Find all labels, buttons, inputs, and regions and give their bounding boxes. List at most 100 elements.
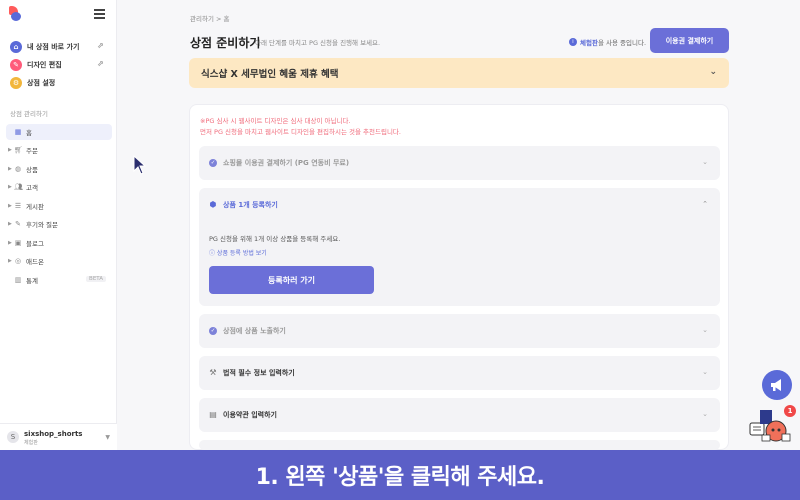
help-circle-icon: ⓘ [209,250,217,257]
account-plan: 체험판 [24,440,38,446]
caret-right-icon: ▶ [8,258,12,264]
step-next-partial [199,440,720,450]
go-register-button[interactable]: 등록하러 가기 [209,266,374,294]
caret-right-icon: ▶ [8,147,12,153]
pay-plan-button[interactable]: 이용권 결제하기 [650,28,729,53]
account-switcher[interactable]: S sixshop_shorts 체험판 ▼ [0,423,117,450]
caret-right-icon: ▶ [8,166,12,172]
gear-icon: ⚙ [10,77,22,89]
sidebar-item-label: 상품 [26,166,38,174]
announcement-button[interactable] [762,370,792,400]
notice-line: ※PG 심사 시 웹사이트 디자인은 심사 대상이 아닙니다. [200,117,351,125]
step-terms[interactable]: ▤ 이용약관 입력하기 ⌄ [199,398,720,432]
cart-icon: 🛒︎ [14,146,23,154]
check-circle-icon: ✓ [209,327,217,335]
sidebar-item-label: 게시판 [26,203,44,211]
chevron-down-icon: ▼ [105,434,110,441]
check-circle-icon: ✓ [209,159,217,167]
gavel-icon: ⚒ [209,368,217,377]
promo-text: 식스샵 X 세무법인 혜움 제휴 혜택 [201,69,339,80]
step-header[interactable]: ⬢ 상품 1개 등록하기 [199,188,720,222]
sidebar: ⌂ 내 상점 바로 가기 ⇗ ✎ 디자인 편집 ⇗ ⚙ 상점 설정 상점 관리하… [0,0,117,450]
external-link-icon[interactable]: ⇗ [97,59,106,68]
box-icon: ◍ [14,165,22,173]
step-legal-info[interactable]: ⚒ 법적 필수 정보 입력하기 ⌄ [199,356,720,390]
pencil-icon: ✎ [10,59,22,71]
megaphone-icon [771,379,781,391]
chevron-down-icon: ⌄ [702,368,708,376]
sidebar-item-products[interactable]: ▶ ◍ 상품 [6,161,112,177]
pen-icon: ✎ [15,220,21,228]
sidebar-item-label: 통계 [26,277,38,285]
quick-link-store[interactable]: ⌂ 내 상점 바로 가기 ⇗ [10,40,110,54]
sidebar-item-home[interactable]: ▦ 홈 [6,124,112,140]
step-label: 상점에 상품 노출하기 [223,327,286,335]
sidebar-item-stats[interactable]: ▥ 통계 BETA [6,272,112,288]
list-icon: ☰ [14,202,22,210]
caret-right-icon: ▶ [8,221,12,227]
trial-status-text: 을 사용 중입니다. [597,39,647,47]
document-icon: ▤ [209,410,217,419]
trial-plan-link[interactable]: 체험판 [580,37,598,47]
trial-status: i 체험판 을 사용 중입니다. [569,37,646,47]
tutorial-caption: 1. 왼쪽 '상품'을 클릭해 주세요. [0,450,800,500]
store-icon: ⌂ [10,41,22,53]
caret-right-icon: ▶ [8,240,12,246]
quick-link-label: 상점 설정 [27,79,56,87]
addon-icon: ◎ [14,257,22,265]
image-icon: ▣ [14,239,22,247]
step-payment[interactable]: ✓ 쇼핑몰 이용권 결제하기 (PG 연동비 무료) ⌄ [199,146,720,180]
grid-icon: ▦ [14,128,22,136]
caret-right-icon: ▶ [8,203,12,209]
section-label: 상점 관리하기 [10,110,48,118]
sidebar-item-label: 홈 [26,129,32,137]
sidebar-item-reviews[interactable]: ▶ ✎ 후기와 질문 [6,216,112,232]
breadcrumb: 관리하기 > 홈 [190,15,230,23]
people-icon: 👥︎ [14,183,23,191]
chevron-down-icon: ⌄ [702,410,708,418]
sidebar-item-label: 후기와 질문 [26,221,58,229]
sidebar-item-label: 애드온 [26,258,44,266]
page-subtitle: 아래 단계를 마치고 PG 신청을 진행해 보세요. [255,39,381,47]
chevron-down-icon: ⌄ [709,67,717,77]
chevron-down-icon: ⌄ [702,326,708,334]
avatar: S [7,431,19,443]
sidebar-item-customers[interactable]: ▶ 👥︎ 고객 [6,179,112,195]
info-icon: i [569,38,577,46]
sidebar-item-blog[interactable]: ▶ ▣ 블로그 [6,235,112,251]
chevron-up-icon[interactable]: ⌃ [702,200,708,208]
step-description: PG 신청을 위해 1개 이상 상품을 등록해 주세요. [209,235,341,243]
quick-link-label: 내 상점 바로 가기 [27,43,80,51]
step-expose-product[interactable]: ✓ 상점에 상품 노출하기 ⌄ [199,314,720,348]
box-icon: ⬢ [209,200,217,209]
quick-link-label: 디자인 편집 [27,61,62,69]
step-label: 법적 필수 정보 입력하기 [223,369,295,377]
quick-link-settings[interactable]: ⚙ 상점 설정 [10,76,110,90]
mouse-cursor-icon [133,155,147,175]
account-name: sixshop_shorts [24,430,83,438]
beta-badge: BETA [86,276,106,282]
sidebar-item-label: 블로그 [26,240,44,248]
notification-badge: 1 [784,405,796,417]
sidebar-item-label: 고객 [26,184,38,192]
step-label: 쇼핑몰 이용권 결제하기 (PG 연동비 무료) [223,159,350,167]
menu-icon[interactable] [94,9,105,19]
quick-link-design[interactable]: ✎ 디자인 편집 ⇗ [10,58,110,72]
chart-icon: ▥ [14,276,22,284]
sidebar-item-addon[interactable]: ▶ ◎ 애드온 [6,253,112,269]
how-to-register-link[interactable]: ⓘ 상품 등록 방법 보기 [209,248,267,257]
external-link-icon[interactable]: ⇗ [97,41,106,50]
sidebar-item-orders[interactable]: ▶ 🛒︎ 주문 [6,142,112,158]
notice-text: ※PG 심사 시 웹사이트 디자인은 심사 대상이 아닙니다. 먼저 PG 신청… [200,116,401,138]
sidebar-item-board[interactable]: ▶ ☰ 게시판 [6,198,112,214]
link-label: 상품 등록 방법 보기 [216,250,267,257]
caret-right-icon: ▶ [8,184,12,190]
step-label: 상품 1개 등록하기 [223,201,278,209]
page-title: 상점 준비하기 [190,36,261,50]
promo-banner[interactable]: 식스샵 X 세무법인 혜움 제휴 혜택 ⌄ [189,58,729,88]
sidebar-item-label: 주문 [26,147,38,155]
step-label: 이용약관 입력하기 [223,411,277,419]
chevron-down-icon: ⌄ [702,158,708,166]
sixshop-logo[interactable] [9,6,23,22]
notice-line: 먼저 PG 신청을 마치고 웹사이트 디자인을 편집하시는 것을 추천드립니다. [200,128,401,136]
